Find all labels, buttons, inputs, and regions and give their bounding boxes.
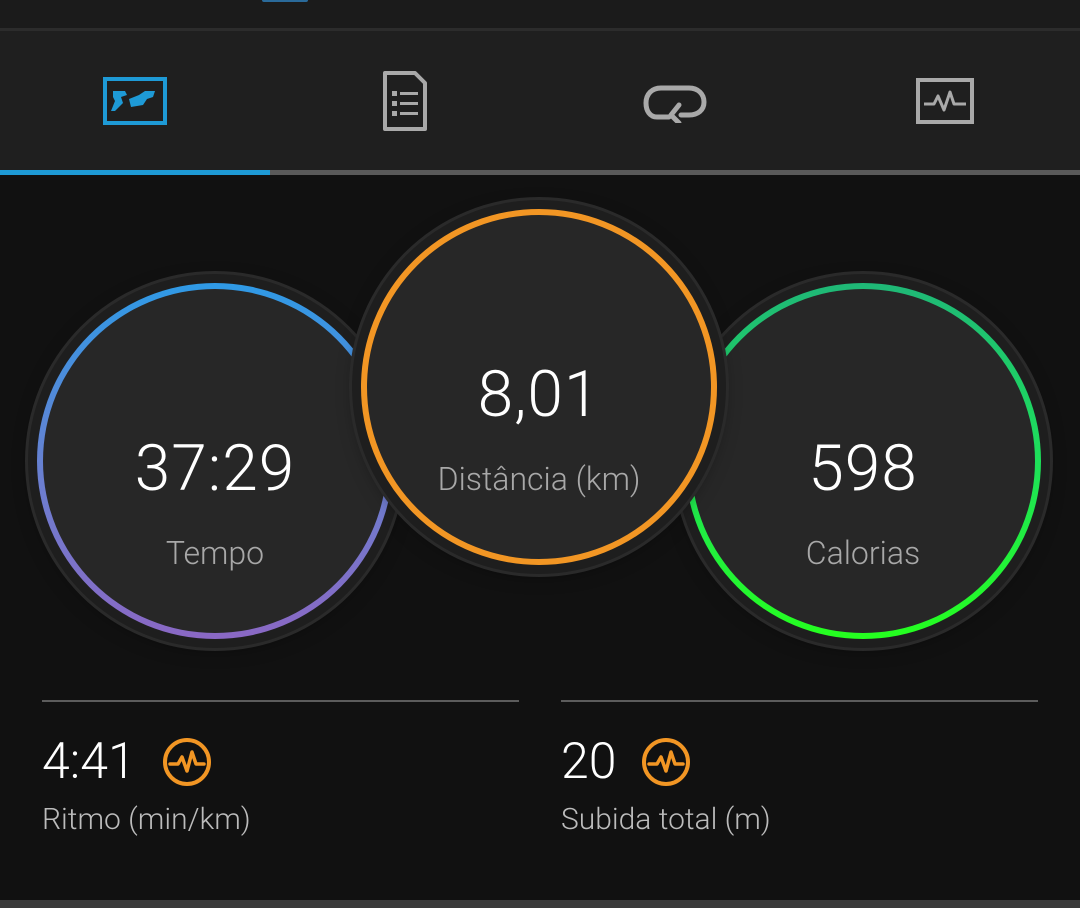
- calories-label: Calorias: [805, 534, 921, 572]
- distance-ring[interactable]: 8,01 Distância (km): [361, 209, 717, 565]
- time-ring[interactable]: 37:29 Tempo: [37, 283, 393, 639]
- ascent-label: Subida total (m): [561, 802, 771, 837]
- chart-graph-icon: [916, 77, 974, 124]
- pace-divider: [42, 700, 519, 702]
- pace-label: Ritmo (min/km): [42, 802, 251, 837]
- distance-value: 8,01: [477, 357, 601, 432]
- tab-stats[interactable]: [0, 31, 270, 170]
- scroll-indicator: [262, 0, 308, 2]
- stats-summary-icon: [103, 76, 167, 125]
- calories-value: 598: [808, 431, 918, 506]
- tab-underline: [0, 170, 1080, 175]
- ascent-divider: [561, 700, 1038, 702]
- calories-ring[interactable]: 598 Calorias: [685, 283, 1041, 639]
- active-tab-indicator: [0, 170, 270, 175]
- tab-charts[interactable]: [810, 31, 1080, 170]
- tab-bar: [0, 28, 1080, 175]
- distance-label: Distância (km): [437, 460, 641, 498]
- activity-summary-screen: 37:29 Tempo 598 Calorias 8,01 Distância …: [0, 0, 1080, 908]
- pace-value: 4:41: [42, 733, 136, 791]
- document-list-icon: [383, 70, 427, 131]
- status-strip: [0, 0, 1080, 28]
- tab-details[interactable]: [270, 31, 540, 170]
- bottom-edge: [0, 900, 1080, 908]
- ascent-value: 20: [561, 733, 617, 791]
- heart-rate-icon: [642, 738, 690, 786]
- time-label: Tempo: [165, 534, 265, 572]
- time-value: 37:29: [134, 431, 296, 506]
- heart-rate-icon: [163, 738, 211, 786]
- laps-loop-icon: [643, 85, 707, 123]
- tab-laps[interactable]: [540, 31, 810, 170]
